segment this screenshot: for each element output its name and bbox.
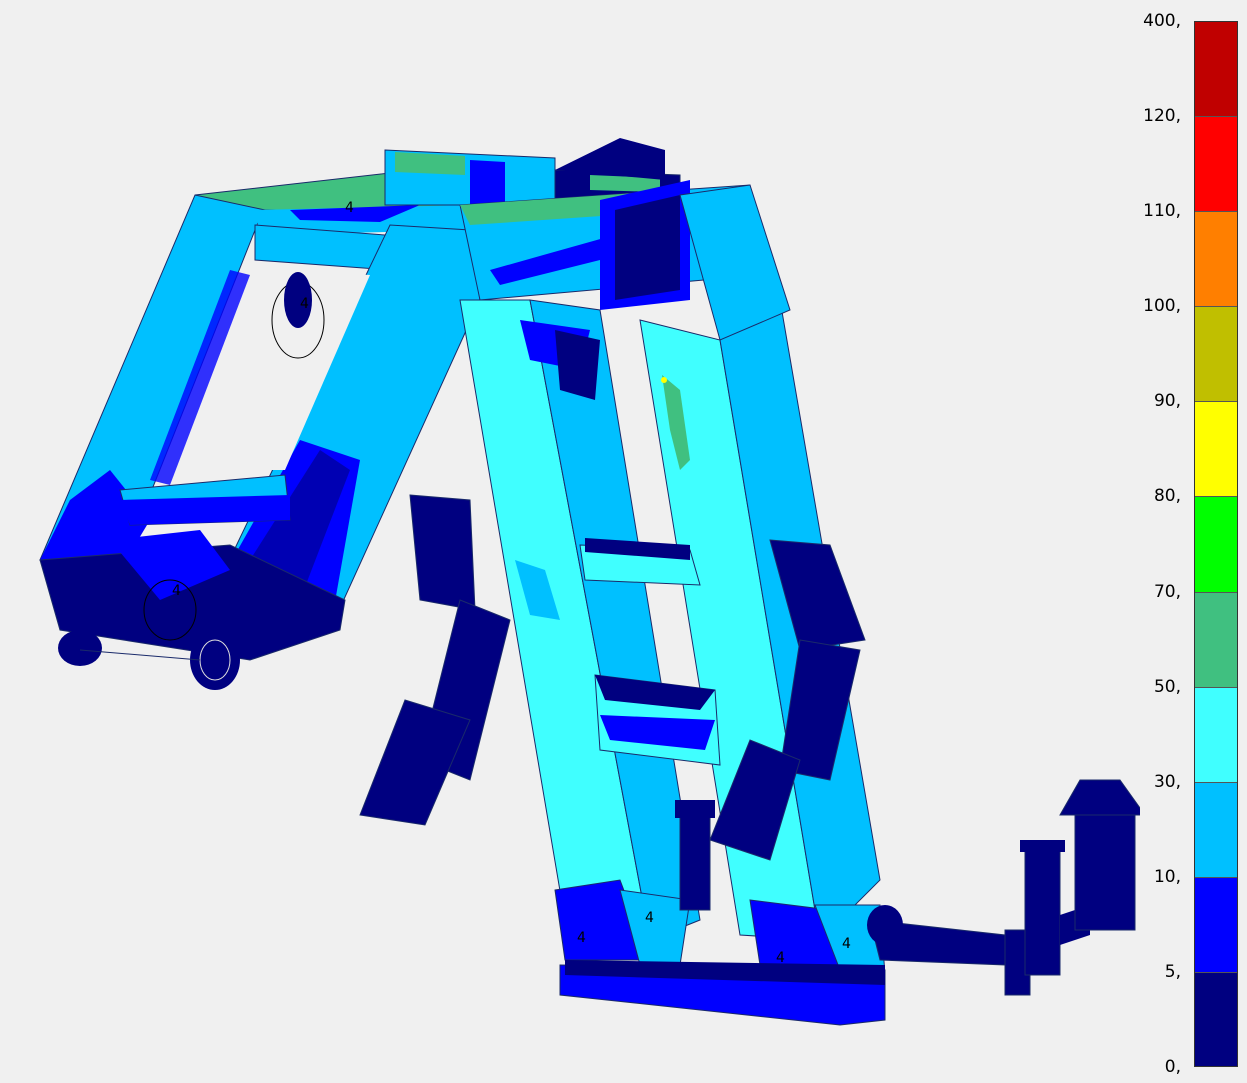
legend-tick-label: 400, — [1143, 11, 1181, 31]
legend-tick-label: 30, — [1153, 771, 1181, 792]
fea-viewport[interactable]: 4 4 4 4 4 4 4 #c00000#ff0000#ff7f00#c0bf… — [0, 0, 1247, 1083]
legend-swatch: #0000ff — [1194, 876, 1238, 972]
stress-color-legend: #c00000#ff0000#ff7f00#c0bf00#ffff00#00ff… — [1140, 0, 1247, 1083]
top-brace-core — [615, 195, 680, 300]
node-marker-6: 4 — [776, 950, 785, 966]
legend-tick-label: 80, — [1153, 486, 1181, 507]
left-stabilizer — [359, 494, 511, 826]
legend-tick-label: 0, — [1164, 1057, 1181, 1077]
legend-tick-label: 10, — [1153, 866, 1181, 887]
hotspot-peak — [661, 377, 667, 383]
legend-swatch: #00ff00 — [1194, 496, 1238, 592]
top-mount-ribs — [395, 152, 465, 175]
node-marker-4: 4 — [577, 930, 586, 946]
legend-swatch: #40c080 — [1194, 591, 1238, 687]
outrigger-cylinder — [1024, 849, 1061, 976]
base-pipe-left — [679, 814, 711, 911]
legend-swatch: #ffff00 — [1194, 401, 1238, 497]
legend-tick-label: 70, — [1153, 581, 1181, 602]
legend-tick-label: 110, — [1143, 201, 1181, 222]
outrigger-joint — [867, 905, 903, 945]
base-pipe-left-cap — [675, 800, 715, 818]
right-outrigger — [867, 779, 1140, 996]
legend-swatch: #000080 — [1194, 971, 1238, 1067]
outrigger-cylinder-cap — [1020, 840, 1065, 852]
legend-tick-label: 100, — [1143, 296, 1181, 317]
legend-tick-label: 120, — [1143, 106, 1181, 127]
legend-swatch: #c0bf00 — [1194, 306, 1238, 402]
legend-tick-label: 90, — [1153, 391, 1181, 412]
node-marker-7: 4 — [842, 936, 851, 952]
legend-swatch: #40ffff — [1194, 686, 1238, 782]
left-lower-crossbeam-shade — [120, 495, 290, 525]
legend-tick-label: 5, — [1164, 961, 1181, 982]
left-pin-lug — [58, 630, 102, 666]
ladder-left-dark-top — [555, 330, 600, 400]
legend-swatch: #ff7f00 — [1194, 211, 1238, 307]
node-marker-1: 4 — [345, 200, 354, 216]
legend-swatch: #ff0000 — [1194, 116, 1238, 212]
node-marker-2: 4 — [300, 296, 309, 312]
node-marker-5: 4 — [645, 910, 654, 926]
legend-swatch: #00c0ff — [1194, 781, 1238, 877]
top-mount-left-dark — [470, 160, 505, 205]
legend-tick-label: 50, — [1153, 676, 1181, 697]
legend-swatch: #c00000 — [1194, 21, 1238, 117]
fea-stress-model[interactable]: 4 4 4 4 4 4 4 — [0, 0, 1140, 1083]
node-marker-3: 4 — [172, 583, 181, 599]
left-upper-frame — [39, 164, 481, 690]
left-stabilizer-pad — [409, 494, 476, 611]
